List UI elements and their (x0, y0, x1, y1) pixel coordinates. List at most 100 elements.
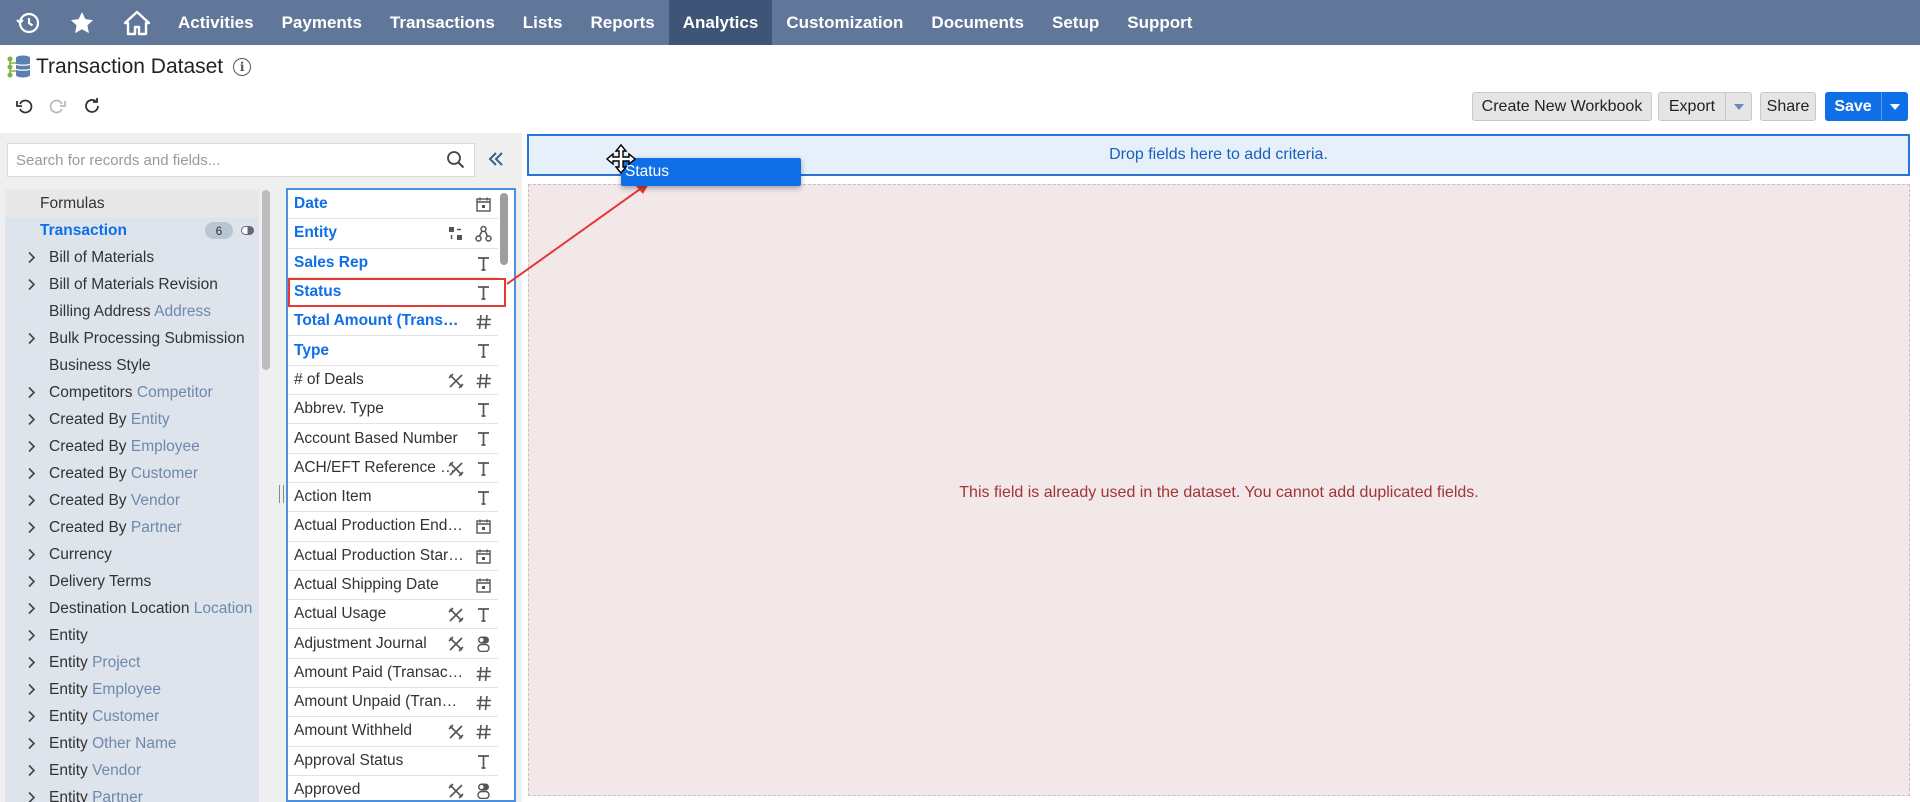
field-item[interactable]: Entity (288, 219, 498, 249)
chevron-right-icon[interactable] (27, 602, 37, 615)
collapse-panel-icon[interactable] (487, 150, 505, 168)
nav-lists[interactable]: Lists (509, 0, 577, 45)
field-item[interactable]: ACH/EFT Reference Number (288, 454, 498, 483)
field-item[interactable]: Type (288, 336, 498, 366)
field-item[interactable]: Actual Production End Date (288, 512, 498, 542)
tree-item[interactable]: Created By Partner (5, 514, 259, 541)
field-item[interactable]: Total Amount (Transaction Currency) (288, 307, 498, 337)
nav-activities[interactable]: Activities (164, 0, 268, 45)
field-label: Adjustment Journal (294, 634, 427, 652)
tree-item[interactable]: Currency (5, 541, 259, 568)
tree-item-sublabel: Address (154, 302, 211, 320)
chevron-right-icon[interactable] (27, 629, 37, 642)
refresh-icon[interactable] (82, 96, 102, 116)
field-item[interactable]: Account Based Number (288, 424, 498, 454)
panel-splitter[interactable] (279, 485, 284, 503)
nav-transactions[interactable]: Transactions (376, 0, 509, 45)
field-item[interactable]: Actual Usage (288, 600, 498, 630)
field-label: ACH/EFT Reference Number (294, 458, 464, 476)
undo-icon[interactable] (14, 96, 34, 116)
chevron-right-icon[interactable] (27, 548, 37, 561)
chevron-right-icon[interactable] (27, 764, 37, 777)
field-item[interactable]: Amount Paid (Transaction Currency) (288, 659, 498, 689)
tree-item[interactable]: Created By Entity (5, 406, 259, 433)
tree-item[interactable]: Entity Customer (5, 703, 259, 730)
save-dropdown-button[interactable] (1881, 92, 1908, 121)
export-dropdown-button[interactable] (1725, 92, 1752, 121)
tree-item[interactable]: Bill of Materials (5, 244, 259, 271)
tree-item[interactable]: Bulk Processing Submission (5, 325, 259, 352)
save-button[interactable]: Save (1825, 92, 1881, 121)
share-button[interactable]: Share (1760, 92, 1816, 121)
redo-icon[interactable] (48, 96, 68, 116)
tree-item[interactable]: Delivery Terms (5, 568, 259, 595)
field-item[interactable]: Action Item (288, 483, 498, 513)
tree-scrollbar[interactable] (262, 190, 270, 370)
tree-item[interactable]: Entity Project (5, 649, 259, 676)
field-item[interactable]: Approved (288, 776, 498, 800)
chevron-right-icon[interactable] (27, 386, 37, 399)
chevron-right-icon[interactable] (27, 710, 37, 723)
chevron-right-icon[interactable] (27, 467, 37, 480)
chevron-right-icon[interactable] (27, 332, 37, 345)
chevron-right-icon[interactable] (27, 278, 37, 291)
home-icon[interactable] (109, 0, 164, 45)
create-new-workbook-button[interactable]: Create New Workbook (1472, 92, 1652, 121)
chevron-right-icon[interactable] (27, 737, 37, 750)
tree-item[interactable]: Billing Address Address (5, 298, 259, 325)
field-item[interactable]: Abbrev. Type (288, 395, 498, 425)
chevron-right-icon[interactable] (27, 656, 37, 669)
star-icon[interactable] (54, 0, 109, 45)
tree-item[interactable]: Entity Other Name (5, 730, 259, 757)
tree-item[interactable]: Created By Vendor (5, 487, 259, 514)
field-item[interactable]: Date (288, 190, 498, 220)
chevron-right-icon[interactable] (27, 683, 37, 696)
field-label: Approved (294, 781, 361, 799)
chevron-right-icon[interactable] (27, 791, 37, 802)
tree-item[interactable]: Destination Location Location (5, 595, 259, 622)
chevron-right-icon[interactable] (27, 251, 37, 264)
field-item[interactable]: Amount Withheld (288, 717, 498, 747)
tree-item[interactable]: Entity Employee (5, 676, 259, 703)
nav-documents[interactable]: Documents (917, 0, 1038, 45)
chevron-right-icon[interactable] (27, 575, 37, 588)
tree-item[interactable]: Entity (5, 622, 259, 649)
tree-item[interactable]: Entity Vendor (5, 757, 259, 784)
field-item[interactable]: Adjustment Journal (288, 629, 498, 659)
nav-support[interactable]: Support (1113, 0, 1206, 45)
chevron-right-icon[interactable] (27, 521, 37, 534)
info-icon[interactable]: i (233, 58, 252, 76)
dragged-field-chip[interactable]: Status (621, 158, 801, 186)
tree-item[interactable]: Competitors Competitor (5, 379, 259, 406)
recent-history-icon[interactable] (2, 0, 54, 45)
nav-setup[interactable]: Setup (1038, 0, 1113, 45)
fields-scrollbar[interactable] (500, 193, 508, 265)
field-item[interactable]: Sales Rep (288, 249, 498, 278)
tree-item-label: Competitors (49, 383, 133, 401)
field-item[interactable]: Actual Shipping Date (288, 571, 498, 601)
tree-item[interactable]: Bill of Materials Revision (5, 271, 259, 298)
tree-item-transaction[interactable]: Transaction 6 (5, 217, 259, 244)
nav-customization[interactable]: Customization (772, 0, 917, 45)
tree-item-formulas[interactable]: Formulas (5, 190, 259, 217)
field-item[interactable]: Actual Production Start Date (288, 542, 498, 571)
toggle-icon[interactable] (241, 226, 254, 235)
chevron-right-icon[interactable] (27, 440, 37, 453)
nav-analytics[interactable]: Analytics (668, 0, 773, 45)
tree-item[interactable]: Created By Employee (5, 433, 259, 460)
tree-item-sublabel: Customer (92, 707, 160, 725)
search-input[interactable]: Search for records and fields... (7, 143, 475, 177)
field-item[interactable]: Approval Status (288, 747, 498, 776)
field-item[interactable]: # of Deals (288, 366, 498, 396)
tree-item[interactable]: Created By Customer (5, 460, 259, 487)
nav-payments[interactable]: Payments (268, 0, 376, 45)
dataset-canvas[interactable]: This field is already used in the datase… (528, 184, 1910, 796)
search-icon[interactable] (446, 150, 466, 170)
field-item[interactable]: Amount Unpaid (Transaction Currency) (288, 688, 498, 718)
tree-item[interactable]: Entity Partner (5, 784, 259, 802)
export-button[interactable]: Export (1658, 92, 1726, 121)
tree-item[interactable]: Business Style (5, 352, 259, 379)
nav-reports[interactable]: Reports (576, 0, 668, 45)
chevron-right-icon[interactable] (27, 413, 37, 426)
chevron-right-icon[interactable] (27, 494, 37, 507)
